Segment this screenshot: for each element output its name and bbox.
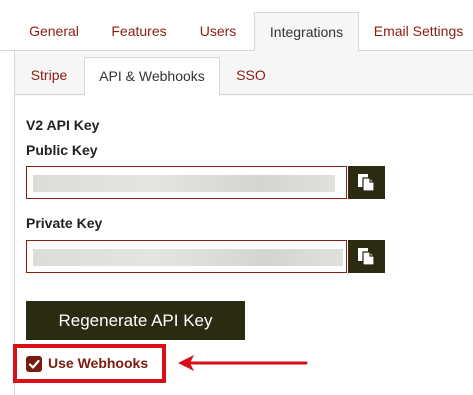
copy-private-key-button[interactable]: [348, 240, 385, 273]
highlight-box: [13, 344, 166, 383]
integration-subtabs: Stripe API & Webhooks SSO: [14, 57, 473, 96]
copy-icon: [358, 174, 375, 192]
private-key-redacted-value: [33, 249, 343, 266]
public-key-field[interactable]: [26, 166, 347, 199]
private-key-field[interactable]: [26, 240, 347, 273]
tab-users[interactable]: Users: [186, 12, 250, 51]
public-key-redacted-value: [33, 175, 335, 192]
tab-email-settings[interactable]: Email Settings: [364, 12, 473, 51]
public-key-label: Public Key: [26, 142, 98, 158]
private-key-label: Private Key: [26, 215, 103, 231]
subtab-stripe[interactable]: Stripe: [18, 57, 80, 95]
copy-icon: [358, 248, 375, 266]
tab-features[interactable]: Features: [98, 12, 180, 51]
tab-integrations[interactable]: Integrations: [254, 12, 359, 52]
copy-public-key-button[interactable]: [348, 166, 385, 199]
regenerate-api-key-button[interactable]: Regenerate API Key: [26, 301, 245, 340]
subtab-sso[interactable]: SSO: [224, 57, 278, 95]
annotation-arrow-icon: [178, 355, 308, 371]
tab-general[interactable]: General: [16, 12, 92, 51]
subtab-api-webhooks[interactable]: API & Webhooks: [84, 57, 220, 96]
main-tabs: General Features Users Integrations Emai…: [0, 12, 473, 52]
section-title: V2 API Key: [26, 117, 100, 133]
